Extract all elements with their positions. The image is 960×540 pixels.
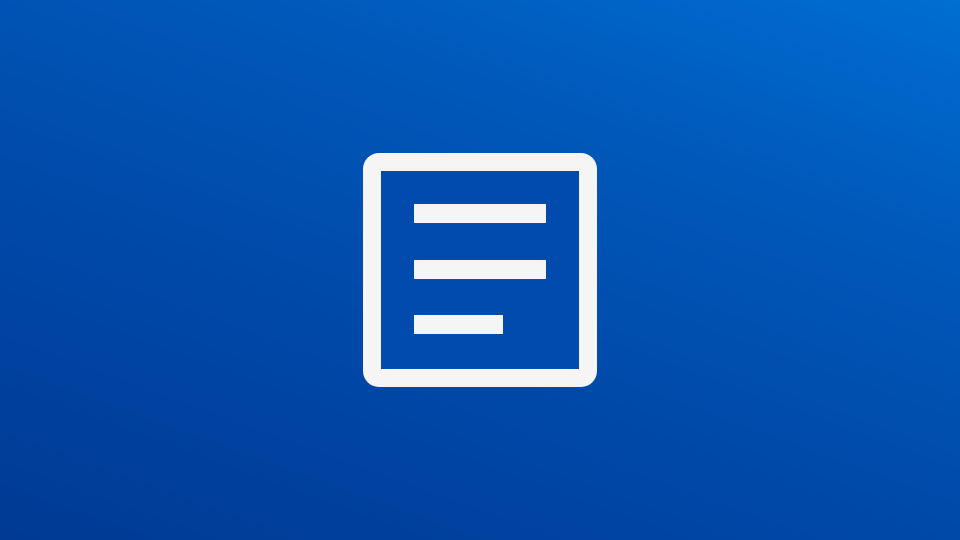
document-lines-icon bbox=[363, 153, 597, 387]
document-line-1 bbox=[414, 204, 546, 223]
document-line-3 bbox=[414, 315, 503, 334]
document-line-2 bbox=[414, 260, 546, 279]
splash-screen bbox=[0, 0, 960, 540]
